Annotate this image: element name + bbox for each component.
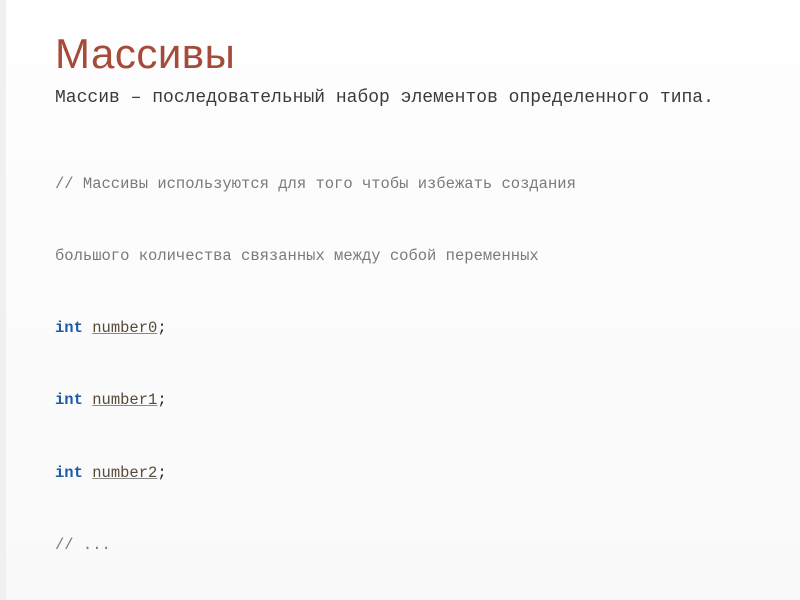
code-block: // Массивы используются для того чтобы и… <box>55 124 750 600</box>
identifier: number2 <box>92 464 157 482</box>
identifier: number1 <box>92 391 157 409</box>
slide-subtitle: Массив – последовательный набор элементо… <box>55 86 750 110</box>
punct: ; <box>157 319 166 337</box>
comment-text: большого количества связанных между собо… <box>55 247 539 265</box>
keyword: int <box>55 391 83 409</box>
slide: Массивы Массив – последовательный набор … <box>0 0 800 600</box>
comment-text: // ... <box>55 536 111 554</box>
slide-title: Массивы <box>55 30 750 78</box>
punct: ; <box>157 391 166 409</box>
comment-text: // Массивы используются для того чтобы и… <box>55 175 576 193</box>
identifier: number0 <box>92 319 157 337</box>
punct: ; <box>157 464 166 482</box>
keyword: int <box>55 464 83 482</box>
keyword: int <box>55 319 83 337</box>
